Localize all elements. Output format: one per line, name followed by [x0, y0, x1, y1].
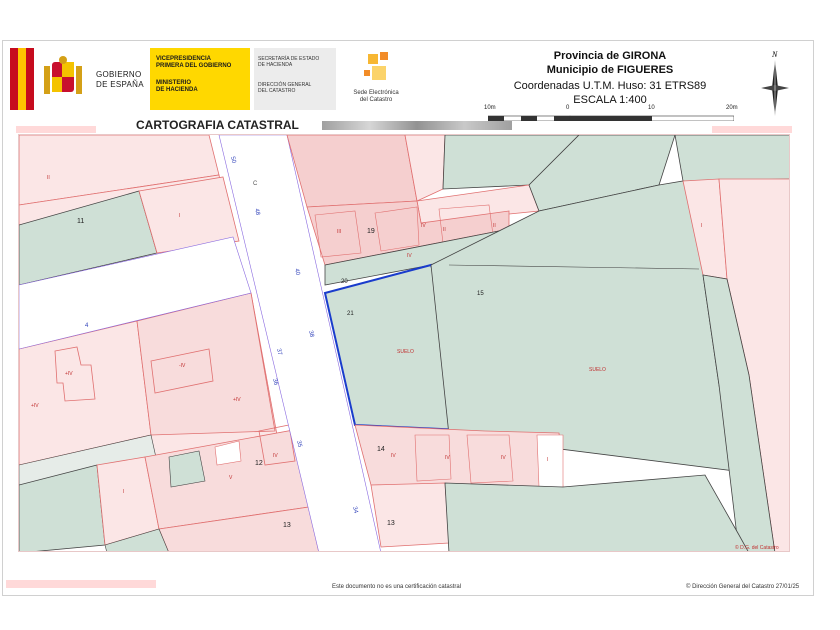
scale-label-ten: 10 [648, 105, 655, 111]
unit-label: IV [445, 455, 450, 461]
footer-disclaimer: Este documento no es una certificación c… [332, 584, 462, 590]
provincia-label: Provincia de GIRONA [553, 50, 667, 62]
unit-label: IV [391, 453, 396, 459]
coat-of-arms-icon [44, 56, 82, 94]
unit-label: SUELO [397, 349, 414, 355]
north-label: N [772, 50, 778, 59]
scale-bar [488, 115, 734, 121]
parcel-top-right[interactable] [674, 135, 790, 182]
municipio-label: Municipio de FIGUERES [546, 64, 674, 76]
parcel-number: 13 [283, 522, 291, 529]
gobierno-label: GOBIERNO DE ESPAÑA [96, 70, 144, 89]
unit-14-i [536, 434, 564, 488]
unit-label: III [337, 229, 341, 235]
secretaria-box: SECRETARÍA DE ESTADO DE HACIENDA DIRECCI… [254, 48, 336, 110]
unit-label: -IV [179, 363, 186, 369]
unit-label: I [547, 457, 548, 463]
parcel-number: 20 [341, 279, 348, 285]
parcel-number: 15 [477, 291, 484, 297]
unit-label: I [701, 223, 702, 229]
parcel-13-right[interactable] [370, 482, 450, 548]
scale-label-zero: 0 [566, 105, 570, 111]
unit-label: +IV [233, 397, 241, 403]
redacted-ref-center [322, 121, 512, 130]
scale-label-right: 20m [726, 105, 738, 111]
map-credit: © D.G. del Catastro [735, 544, 779, 551]
map-svg: 11 19 20 21 15 12 14 13 13 50 48 40 38 3… [19, 135, 790, 552]
unit-label: IV [273, 453, 278, 459]
street-number: 36 [271, 378, 279, 387]
coordenadas-label: Coordenadas U.T.M. Huso: 31 ETRS89 [513, 80, 707, 92]
redacted-ref-right [712, 126, 792, 133]
sede-icon [364, 52, 388, 80]
parcel-number: 21 [347, 311, 354, 317]
spain-flag-strip [10, 48, 34, 110]
sede-electronica-logo: Sede Electrónica del Catastro [340, 48, 412, 110]
parcel-number: 13 [387, 520, 395, 527]
map-title: CARTOGRAFIA CATASTRAL [136, 118, 299, 132]
unit-label: I [179, 213, 180, 219]
escala-label: ESCALA 1:400 [573, 94, 647, 106]
unit-label: +IV [65, 371, 73, 377]
parcel-number: 19 [367, 228, 375, 235]
courtyard-12 [168, 450, 206, 488]
parcel-number: 11 [77, 218, 84, 225]
scale-label-left: 10m [484, 105, 496, 111]
unit-label: IV [421, 223, 426, 229]
unit-label: I [123, 489, 124, 495]
parcel-14[interactable] [354, 424, 564, 490]
unit-label: IV [407, 253, 412, 259]
ministry-box: VICEPRESIDENCIA PRIMERA DEL GOBIERNO MIN… [150, 48, 250, 110]
parcel-number: 14 [377, 446, 385, 453]
cadastral-map[interactable]: 11 19 20 21 15 12 14 13 13 50 48 40 38 3… [18, 134, 790, 552]
redacted-ref-bottom [6, 580, 156, 588]
parcel-top-center[interactable] [286, 135, 418, 208]
unit-label: II [443, 227, 446, 233]
unit-label: SUELO [589, 367, 606, 373]
north-arrow-icon [761, 60, 789, 116]
unit-label: II [493, 223, 496, 229]
street-letter: C [253, 181, 258, 187]
parcel-number: 12 [255, 460, 263, 467]
unit-label: IV [501, 455, 506, 461]
redacted-ref-left [16, 126, 96, 133]
parcel-bottom-right[interactable] [444, 474, 749, 552]
unit-label: +IV [31, 403, 39, 409]
unit-label: II [47, 175, 50, 181]
footer-copyright: © Dirección General del Catastro 27/01/2… [686, 584, 800, 590]
